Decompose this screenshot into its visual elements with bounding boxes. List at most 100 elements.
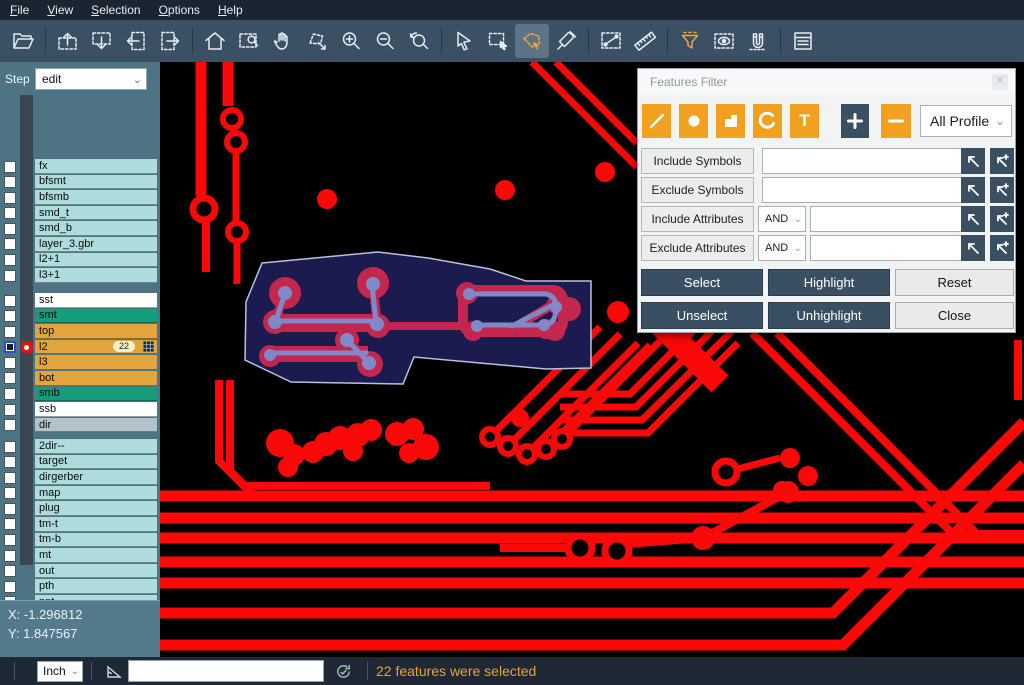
layer-name[interactable]: smb [35,387,157,402]
layer-name[interactable]: mt [35,548,157,563]
layer-checkbox[interactable] [4,341,16,353]
layer-row[interactable]: mt [0,548,160,564]
layer-row[interactable]: pth [0,579,160,595]
polygon-select-icon[interactable] [515,24,549,58]
layer-row[interactable]: fx [0,159,160,175]
clean-brush-icon[interactable] [549,24,583,58]
layer-name[interactable]: dir [35,418,157,433]
profile-select[interactable]: All Profile ⌄ [920,105,1012,137]
layer-checkbox[interactable] [4,372,16,384]
layer-grid-icon[interactable] [143,341,154,352]
layer-row[interactable]: map [0,486,160,502]
layer-name[interactable]: bot [35,371,157,386]
layer-checkbox[interactable] [4,419,16,431]
exclude-attributes-button[interactable]: Exclude Attributes [641,235,754,261]
pick-symbol-icon[interactable] [961,148,985,174]
layer-checkbox[interactable] [4,388,16,400]
move-vertex-icon[interactable] [300,24,334,58]
layer-name[interactable]: smd_b [35,221,157,236]
layer-row[interactable]: smd_t [0,206,160,222]
include-symbols-button[interactable]: Include Symbols [641,148,754,174]
pan-hand-icon[interactable] [266,24,300,58]
layer-checkbox[interactable] [4,223,16,235]
layer-name[interactable]: tm-t [35,517,157,532]
layer-name[interactable]: smd_t [35,206,157,221]
layer-row[interactable]: smt [0,309,160,325]
layer-checkbox[interactable] [4,238,16,250]
pad-feature-button[interactable] [679,104,708,138]
features-filter-icon[interactable] [673,24,707,58]
unselect-button[interactable]: Unselect [641,302,763,329]
layer-name[interactable]: 2dir-- [35,439,157,454]
layer-checkbox[interactable] [4,176,16,188]
zoom-window-icon[interactable] [232,24,266,58]
layer-name[interactable]: bfsmt [35,175,157,190]
close-icon[interactable]: ✕ [992,74,1008,90]
snap-magnet-icon[interactable] [741,24,775,58]
unhighlight-button[interactable]: Unhighlight [768,302,890,329]
select-button[interactable]: Select [641,269,763,296]
rectangle-select-icon[interactable] [481,24,515,58]
layer-name[interactable]: map [35,486,157,501]
layer-checkbox[interactable] [4,357,16,369]
pick-symbol-icon[interactable] [961,177,985,203]
layer-row[interactable]: ssb [0,402,160,418]
layer-name[interactable]: bfsmb [35,190,157,205]
layer-name[interactable]: l222 [35,340,157,355]
layer-row[interactable]: target [0,455,160,471]
layer-checkbox[interactable] [4,161,16,173]
layer-row[interactable]: tm-b [0,533,160,549]
include-attributes-operator-select[interactable]: AND ⌄ [758,206,806,232]
menu-options[interactable]: Options [159,3,200,17]
layer-row[interactable]: smd_b [0,221,160,237]
layer-checkbox[interactable] [4,534,16,546]
layer-name[interactable]: l3+1 [35,268,157,283]
pan-down-icon[interactable] [85,24,119,58]
exclude-attributes-input[interactable] [810,235,971,261]
highlight-button[interactable]: Highlight [768,269,890,296]
layer-name[interactable]: tm-b [35,533,157,548]
layer-row[interactable]: l2+1 [0,253,160,269]
layer-checkbox[interactable] [4,326,16,338]
layer-checkbox[interactable] [4,581,16,593]
layer-row[interactable]: layer_3.gbr [0,237,160,253]
step-select[interactable]: edit ⌄ [35,68,147,90]
layer-name[interactable]: top [35,324,157,339]
layer-row[interactable]: bfsmb [0,190,160,206]
close-button[interactable]: Close [895,302,1014,329]
layer-checkbox[interactable] [4,270,16,282]
layer-row[interactable]: dir [0,418,160,434]
reset-button[interactable]: Reset [895,269,1014,296]
layer-name[interactable]: smt [35,309,157,324]
include-attributes-input[interactable] [810,206,971,232]
pick-add-symbol-icon[interactable] [990,148,1014,174]
command-input[interactable] [128,660,324,682]
layer-checkbox[interactable] [4,310,16,322]
remove-mode-button[interactable] [881,104,911,138]
layer-name[interactable]: out [35,564,157,579]
layer-row[interactable]: out [0,564,160,580]
layer-checkbox[interactable] [4,487,16,499]
pick-attribute-icon[interactable] [961,206,985,232]
exclude-symbols-input[interactable] [762,177,971,203]
layer-name[interactable]: ssb [35,402,157,417]
open-folder-icon[interactable] [6,24,40,58]
pick-attribute-icon[interactable] [961,235,985,261]
layer-checkbox[interactable] [4,503,16,515]
zoom-in-icon[interactable] [334,24,368,58]
menu-view[interactable]: View [47,3,73,17]
layer-row[interactable]: l3 [0,355,160,371]
surface-feature-button[interactable] [716,104,745,138]
layer-name[interactable]: dirgerber [35,470,157,485]
layer-row[interactable]: l3+1 [0,268,160,284]
layer-checkbox[interactable] [4,518,16,530]
dialog-titlebar[interactable]: Features Filter ✕ [638,69,1015,95]
pan-right-icon[interactable] [153,24,187,58]
layer-name[interactable]: pth [35,579,157,594]
layer-name[interactable]: l2+1 [35,253,157,268]
panel-list-icon[interactable] [786,24,820,58]
layer-row[interactable]: 2dir-- [0,439,160,455]
menu-help[interactable]: Help [218,3,243,17]
arc-feature-button[interactable] [753,104,782,138]
include-symbols-input[interactable] [762,148,971,174]
